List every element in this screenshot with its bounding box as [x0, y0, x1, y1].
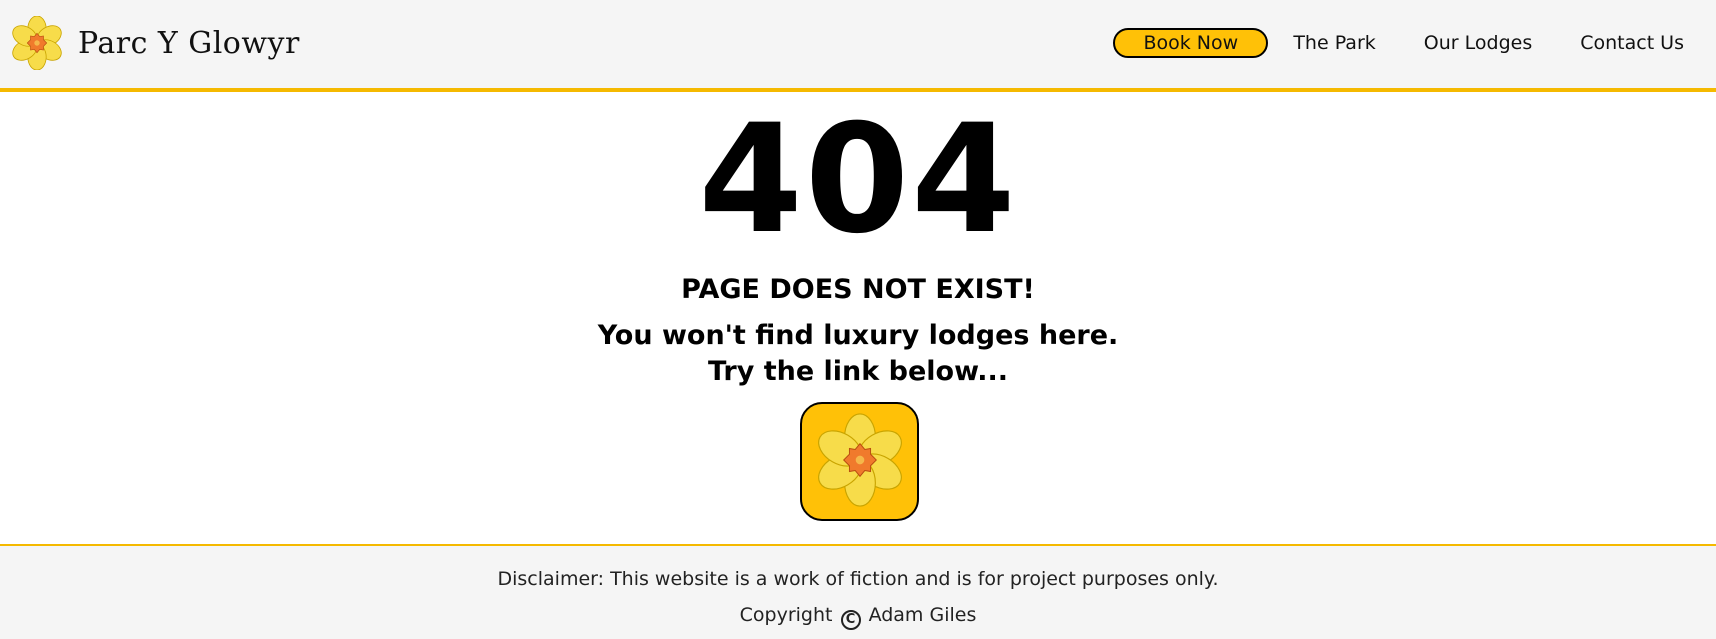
nav-link-our-lodges[interactable]: Our Lodges: [1424, 32, 1532, 54]
copyright-prefix: Copyright: [739, 604, 833, 626]
copyright-icon: C: [840, 610, 861, 630]
copyright-name: Adam Giles: [868, 604, 977, 626]
daffodil-icon: [10, 16, 64, 70]
error-message: You won't find luxury lodges here. Try t…: [0, 318, 1716, 390]
home-logo-link[interactable]: Parc Y Glowyr: [10, 14, 300, 72]
home-button[interactable]: [800, 402, 919, 521]
main-nav: Book Now The Park Our Lodges Contact Us: [1113, 28, 1716, 58]
error-heading: PAGE DOES NOT EXIST!: [681, 274, 1035, 305]
book-now-button[interactable]: Book Now: [1113, 28, 1269, 58]
error-code: 404: [698, 93, 1018, 267]
site-header: Parc Y Glowyr Book Now The Park Our Lodg…: [0, 0, 1716, 92]
site-footer: Disclaimer: This website is a work of fi…: [0, 544, 1716, 639]
copyright-text: Copyright C Adam Giles: [0, 604, 1716, 630]
brand-name: Parc Y Glowyr: [78, 25, 300, 61]
disclaimer-text: Disclaimer: This website is a work of fi…: [497, 568, 1219, 590]
nav-link-the-park[interactable]: The Park: [1293, 32, 1375, 54]
error-message-line1: You won't find luxury lodges here.: [597, 320, 1119, 351]
error-content: 404 PAGE DOES NOT EXIST! You won't find …: [0, 92, 1716, 544]
error-message-line2: Try the link below...: [707, 356, 1009, 387]
nav-link-contact-us[interactable]: Contact Us: [1580, 32, 1684, 54]
daffodil-icon: [812, 412, 908, 512]
